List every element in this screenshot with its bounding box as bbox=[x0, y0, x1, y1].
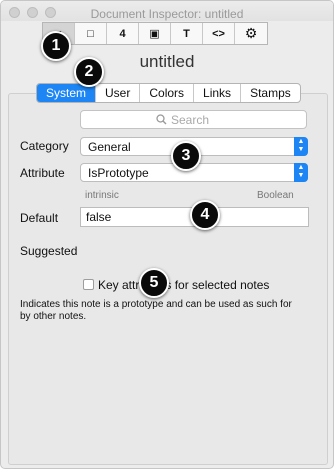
key-attributes-checkbox[interactable] bbox=[83, 279, 94, 290]
category-stepper-icon: ▲ ▼ bbox=[294, 137, 308, 156]
callout-4: 4 bbox=[190, 200, 220, 230]
default-label: Default bbox=[20, 211, 59, 225]
attribute-type: Boolean bbox=[257, 190, 294, 201]
callout-3: 3 bbox=[171, 141, 201, 171]
stack-icon: ▣ bbox=[149, 28, 160, 40]
attribute-scope: intrinsic bbox=[85, 190, 119, 201]
callout-5: 5 bbox=[139, 268, 169, 298]
category-label: Category bbox=[20, 139, 69, 153]
tab-links[interactable]: Links bbox=[194, 84, 242, 102]
search-input[interactable] bbox=[171, 112, 231, 127]
count-icon: 4 bbox=[119, 27, 126, 40]
stack-tool-button[interactable]: ▣ bbox=[139, 23, 171, 44]
window-title: Document Inspector: untitled bbox=[90, 7, 244, 21]
key-attributes-label: Key attributes for selected notes bbox=[98, 278, 270, 292]
attribute-value: IsPrototype bbox=[88, 166, 149, 180]
attribute-label: Attribute bbox=[20, 166, 65, 180]
suggested-label: Suggested bbox=[20, 244, 78, 258]
inspector-tabs: System User Colors Links Stamps bbox=[36, 83, 301, 103]
title-bar: Document Inspector: untitled bbox=[1, 1, 333, 21]
page-icon: □ bbox=[87, 27, 94, 40]
inspector-toolbar: ■ □ 4 ▣ T <> ⚙ bbox=[42, 22, 268, 45]
search-icon bbox=[156, 114, 167, 125]
gear-icon: ⚙ bbox=[244, 25, 258, 41]
page-tool-button[interactable]: □ bbox=[75, 23, 107, 44]
tab-user[interactable]: User bbox=[96, 84, 141, 102]
count-tool-button[interactable]: 4 bbox=[107, 23, 139, 44]
text-tool-button[interactable]: T bbox=[171, 23, 203, 44]
tab-stamps[interactable]: Stamps bbox=[241, 84, 300, 102]
tab-colors[interactable]: Colors bbox=[140, 84, 195, 102]
settings-tool-button[interactable]: ⚙ bbox=[235, 23, 267, 44]
text-icon: T bbox=[183, 27, 190, 40]
code-tool-button[interactable]: <> bbox=[203, 23, 235, 44]
callout-1: 1 bbox=[41, 31, 71, 61]
document-inspector-window: Document Inspector: untitled ■ □ 4 ▣ T <… bbox=[0, 0, 334, 469]
attribute-stepper-icon: ▲ ▼ bbox=[294, 163, 308, 182]
attribute-description: Indicates this note is a prototype and c… bbox=[20, 299, 292, 322]
search-field[interactable] bbox=[80, 110, 307, 129]
callout-2: 2 bbox=[74, 57, 104, 87]
category-value: General bbox=[88, 140, 131, 154]
code-icon: <> bbox=[212, 27, 225, 40]
